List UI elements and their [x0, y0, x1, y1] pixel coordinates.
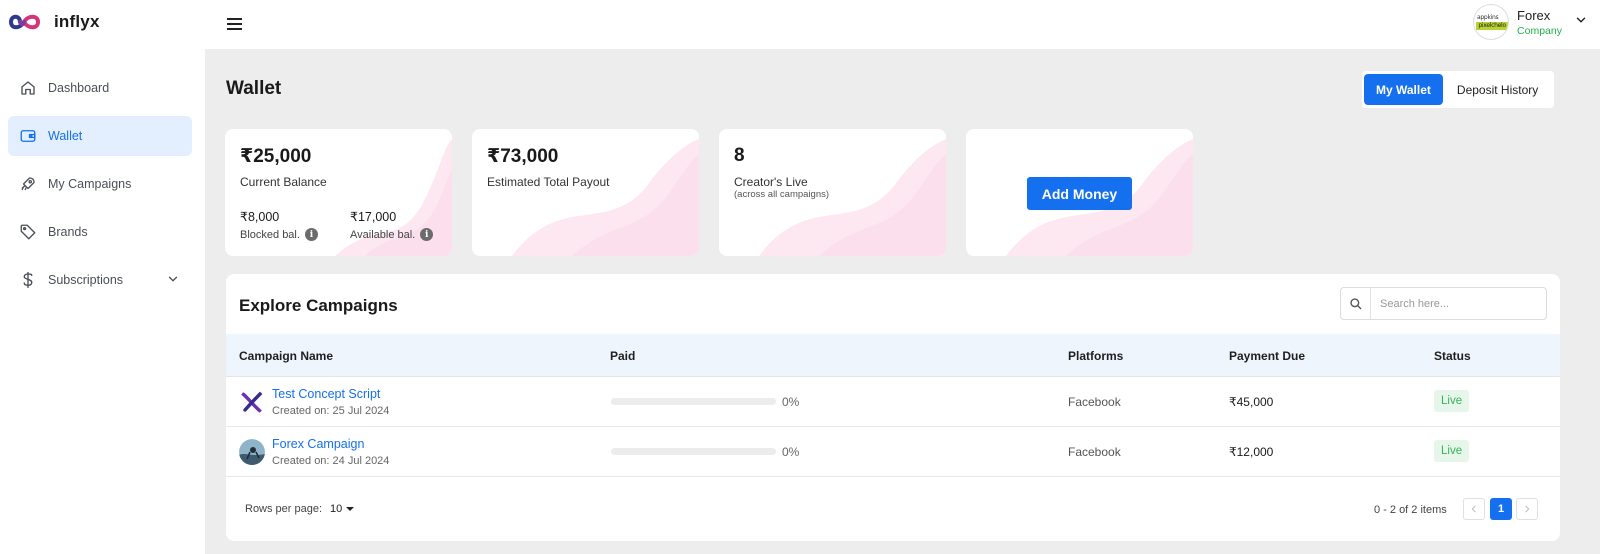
- user-name: Forex: [1517, 7, 1551, 23]
- sidebar-item-brands[interactable]: Brands: [8, 212, 192, 252]
- rows-per-page: Rows per page: 10: [245, 503, 355, 515]
- sidebar-item-dashboard[interactable]: Dashboard: [8, 68, 192, 108]
- column-header-campaign-name[interactable]: Campaign Name: [239, 349, 333, 363]
- menu-toggle-icon[interactable]: [226, 16, 244, 32]
- paid-percent: 0%: [782, 445, 800, 459]
- platform: Facebook: [1068, 445, 1121, 459]
- rows-per-page-value: 10: [330, 503, 343, 515]
- sidebar: inflyx Dashboard Wallet My Campaigns Bra…: [0, 0, 205, 554]
- chevron-down-icon[interactable]: [1574, 13, 1588, 32]
- status-badge: Live: [1434, 390, 1470, 412]
- tab-deposit-history[interactable]: Deposit History: [1443, 74, 1552, 105]
- platform: Facebook: [1068, 395, 1121, 409]
- payout-label: Estimated Total Payout: [487, 175, 610, 189]
- rocket-icon: [18, 174, 38, 194]
- available-balance-value: ₹17,000: [350, 210, 397, 224]
- sidebar-item-label: Subscriptions: [48, 273, 124, 287]
- sidebar-item-label: Dashboard: [48, 81, 110, 95]
- current-balance-card: ₹25,000 Current Balance ₹8,000 Blocked b…: [225, 129, 452, 256]
- balance-amount: ₹25,000: [240, 146, 312, 167]
- tab-my-wallet[interactable]: My Wallet: [1364, 74, 1443, 105]
- creators-live-card: 8 Creator's Live (across all campaigns): [719, 129, 946, 256]
- sidebar-item-subscriptions[interactable]: Subscriptions: [8, 260, 192, 300]
- table-footer: Rows per page: 10 0 - 2 of 2 items 1: [226, 478, 1560, 541]
- campaign-logo-icon: [239, 389, 265, 415]
- campaign-name-link[interactable]: Forex Campaign: [272, 437, 364, 451]
- sidebar-item-wallet[interactable]: Wallet: [8, 116, 192, 156]
- status-badge: Live: [1434, 440, 1470, 462]
- pagination-info: 0 - 2 of 2 items: [1374, 504, 1447, 516]
- campaigns-title: Explore Campaigns: [239, 296, 398, 315]
- chevron-left-icon: [1471, 505, 1476, 513]
- user-info: Forex Company: [1517, 8, 1562, 37]
- paid-progress-bar: [611, 448, 776, 455]
- campaign-created-date: Created on: 24 Jul 2024: [272, 455, 390, 467]
- tag-icon: [18, 222, 38, 242]
- avatar[interactable]: appkins pixelchelo: [1473, 4, 1510, 40]
- blocked-balance-label: Blocked bal.: [240, 228, 300, 241]
- payout-amount: ₹73,000: [487, 146, 559, 167]
- chevron-right-icon: [1525, 505, 1530, 513]
- caret-down-icon: [346, 507, 355, 511]
- app-logo[interactable]: inflyx: [8, 10, 100, 34]
- rows-per-page-select[interactable]: 10: [330, 503, 355, 515]
- info-icon[interactable]: i: [304, 228, 318, 241]
- sidebar-item-my-campaigns[interactable]: My Campaigns: [8, 164, 192, 204]
- top-bar: appkins pixelchelo Forex Company: [205, 0, 1600, 49]
- search-input[interactable]: [1371, 297, 1541, 310]
- chevron-down-icon[interactable]: [166, 272, 180, 289]
- column-header-status[interactable]: Status: [1434, 349, 1471, 363]
- blocked-balance-value: ₹8,000: [240, 210, 280, 224]
- creators-label: Creator's Live: [734, 175, 808, 189]
- user-menu[interactable]: appkins pixelchelo Forex Company: [1473, 4, 1588, 40]
- paid-progress-bar: [611, 398, 776, 405]
- payment-due: ₹45,000: [1229, 395, 1274, 409]
- dollar-icon: [18, 270, 38, 290]
- logo-text: inflyx: [54, 12, 100, 31]
- payout-card: ₹73,000 Estimated Total Payout: [472, 129, 699, 256]
- info-icon[interactable]: i: [420, 228, 434, 241]
- table-header: Campaign Name Paid Platforms Payment Due…: [226, 334, 1560, 377]
- avatar-text-top: appkins: [1477, 14, 1499, 21]
- campaigns-panel: Explore Campaigns Campaign Name Paid Pla…: [226, 274, 1560, 541]
- table-row[interactable]: Test Concept Script Created on: 25 Jul 2…: [226, 377, 1560, 427]
- sidebar-item-label: My Campaigns: [48, 177, 132, 191]
- campaign-created-date: Created on: 25 Jul 2024: [272, 405, 390, 417]
- campaign-name-link[interactable]: Test Concept Script: [272, 387, 380, 401]
- payment-due: ₹12,000: [1229, 445, 1274, 459]
- prev-page-button[interactable]: [1463, 498, 1485, 520]
- column-header-paid[interactable]: Paid: [610, 349, 635, 363]
- page-button-current[interactable]: 1: [1490, 498, 1512, 520]
- sidebar-item-label: Brands: [48, 225, 88, 239]
- wallet-tabs: My Wallet Deposit History: [1362, 71, 1555, 108]
- next-page-button[interactable]: [1516, 498, 1538, 520]
- available-balance: ₹17,000 Available bal. i: [350, 209, 434, 241]
- infinity-logo-icon: [8, 14, 41, 30]
- search-icon: [1341, 288, 1371, 319]
- paid-percent: 0%: [782, 395, 800, 409]
- home-icon: [18, 78, 38, 98]
- rows-per-page-label: Rows per page:: [245, 503, 323, 515]
- add-money-button[interactable]: Add Money: [1027, 177, 1132, 210]
- creators-count: 8: [734, 145, 745, 166]
- column-header-payment-due[interactable]: Payment Due: [1229, 349, 1305, 363]
- sidebar-nav: Dashboard Wallet My Campaigns Brands Sub…: [8, 68, 192, 308]
- balance-label: Current Balance: [240, 175, 327, 189]
- sidebar-item-label: Wallet: [48, 129, 83, 143]
- page-title: Wallet: [226, 78, 282, 99]
- table-row[interactable]: Forex Campaign Created on: 24 Jul 2024 0…: [226, 427, 1560, 477]
- available-balance-label: Available bal.: [350, 228, 416, 241]
- blocked-balance: ₹8,000 Blocked bal. i: [240, 209, 318, 241]
- creators-sublabel: (across all campaigns): [734, 189, 830, 200]
- search-box[interactable]: [1340, 287, 1547, 320]
- avatar-text-bottom: pixelchelo: [1476, 22, 1509, 30]
- column-header-platforms[interactable]: Platforms: [1068, 349, 1123, 363]
- campaign-image-icon: [239, 439, 265, 465]
- add-money-card: Add Money: [966, 129, 1193, 256]
- user-role: Company: [1517, 24, 1562, 37]
- wallet-icon: [18, 126, 38, 146]
